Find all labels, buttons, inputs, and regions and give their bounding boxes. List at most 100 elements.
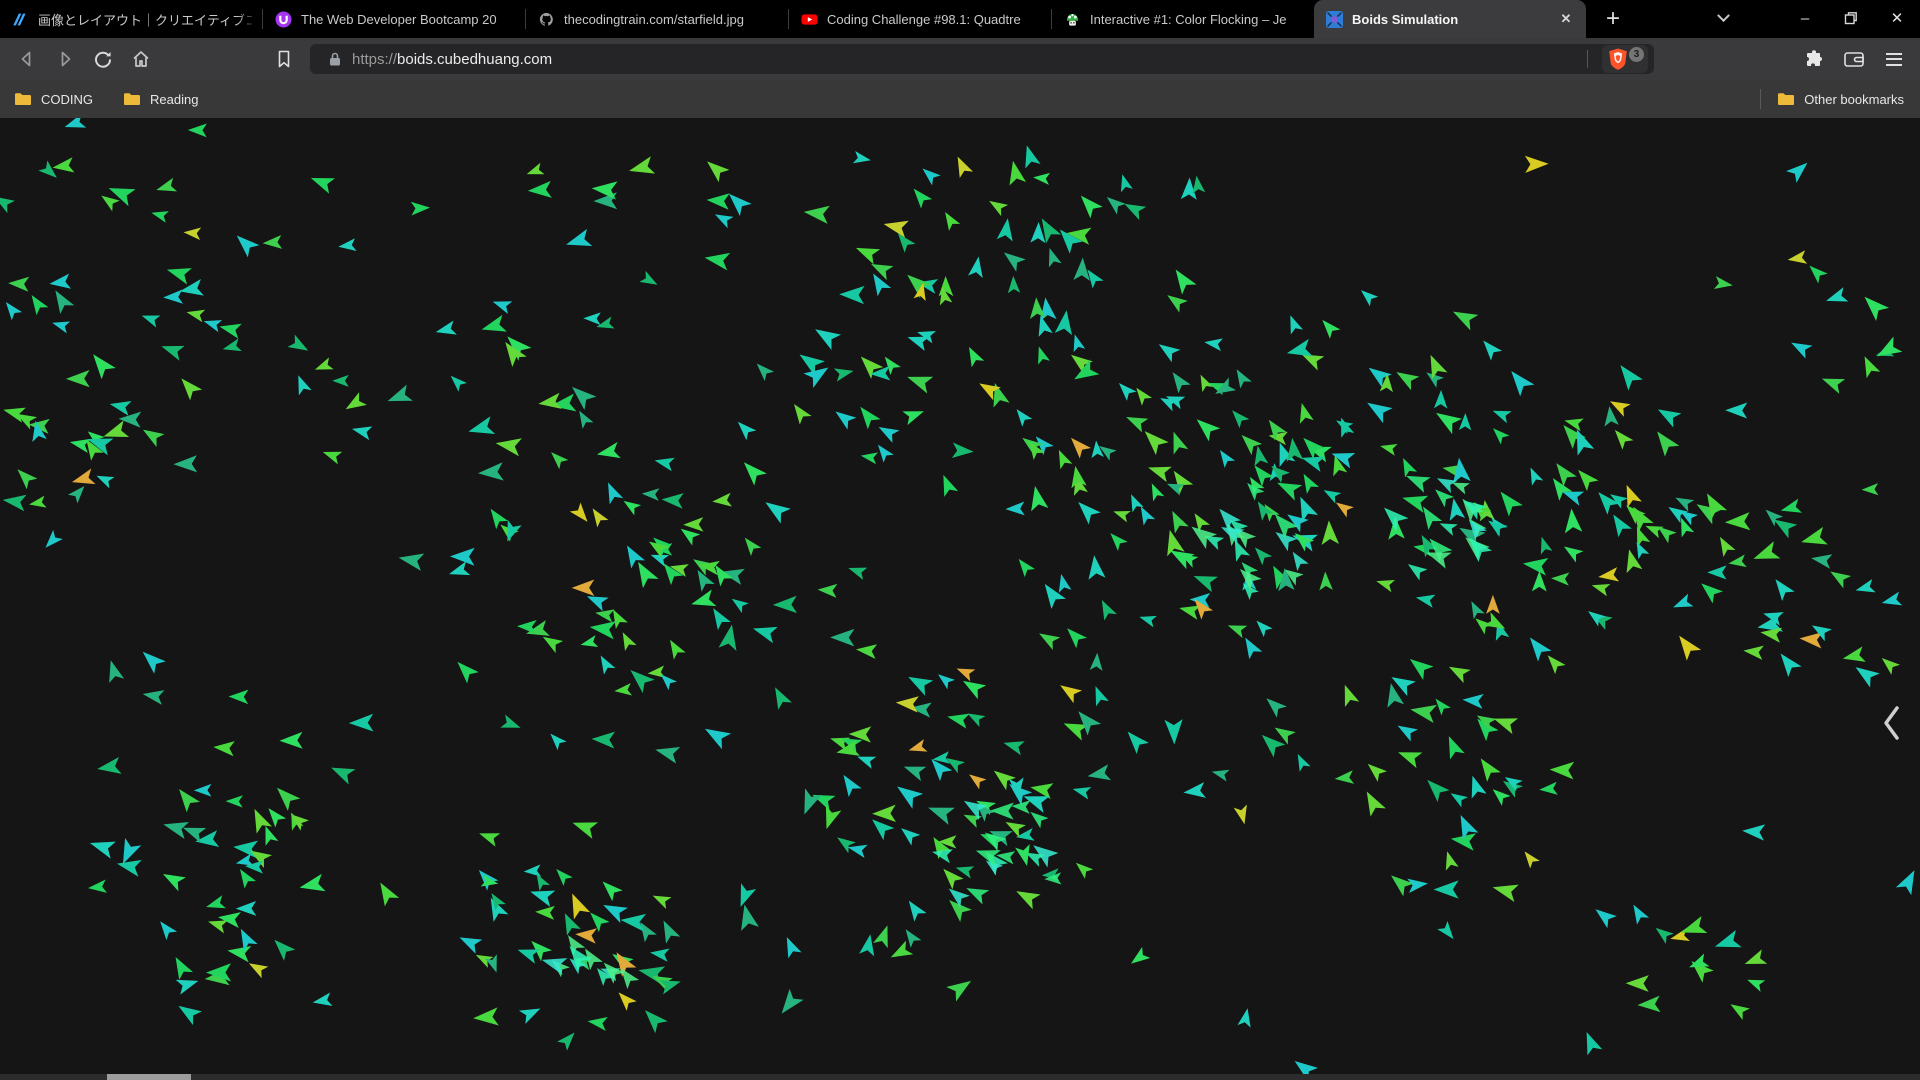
tab-search-button[interactable] <box>1700 0 1746 36</box>
tab-active[interactable]: Boids Simulation ✕ <box>1314 0 1586 38</box>
boid <box>1088 555 1106 580</box>
tab-0[interactable]: 画像とレイアウト｜クリエイティブコーデ <box>0 0 262 38</box>
home-icon <box>133 51 149 67</box>
boid <box>580 635 599 647</box>
boid <box>49 273 72 289</box>
boid <box>142 690 165 705</box>
minimize-button[interactable]: – <box>1782 0 1828 36</box>
boid <box>873 273 892 297</box>
boid <box>897 233 916 253</box>
boid <box>1448 736 1465 760</box>
wallet-button[interactable] <box>1834 42 1874 76</box>
boid <box>248 963 269 979</box>
boid <box>1855 579 1876 593</box>
extensions-button[interactable] <box>1794 42 1834 76</box>
boid <box>1367 402 1393 424</box>
boid <box>203 320 223 333</box>
forward-button[interactable] <box>46 42 84 76</box>
address-bar[interactable]: https://boids.cubedhuang.com 3 <box>310 44 1654 74</box>
boid <box>1403 457 1418 478</box>
tab-title: thecodingtrain.com/starfield.jpg <box>564 11 744 27</box>
tab-2[interactable]: thecodingtrain.com/starfield.jpg <box>526 0 788 38</box>
boid <box>1830 571 1852 589</box>
boid <box>579 410 594 429</box>
reload-button[interactable] <box>84 42 122 76</box>
url-text[interactable]: https://boids.cubedhuang.com <box>352 51 552 68</box>
boid <box>1183 782 1206 798</box>
boid <box>859 934 875 957</box>
menu-button[interactable] <box>1874 42 1914 76</box>
boid <box>279 731 303 749</box>
boid <box>240 928 258 952</box>
boid <box>1148 466 1172 483</box>
boid <box>592 508 609 528</box>
boid <box>1826 287 1849 302</box>
back-button[interactable] <box>8 42 46 76</box>
tab-3[interactable]: Coding Challenge #98.1: Quadtre <box>789 0 1051 38</box>
boid <box>815 329 842 351</box>
boid <box>1058 449 1073 470</box>
boid <box>1200 374 1214 393</box>
boid <box>1106 197 1126 215</box>
bookmark-this-tab-button[interactable] <box>266 42 302 76</box>
boid <box>855 247 881 265</box>
boid <box>1492 789 1511 806</box>
boid <box>175 956 194 980</box>
boid <box>490 508 509 530</box>
boid <box>1334 770 1355 784</box>
close-window-button[interactable]: ✕ <box>1874 0 1920 36</box>
boid <box>1073 334 1086 353</box>
tab-4[interactable]: Interactive #1: Color Flocking – Je <box>1052 0 1314 38</box>
boid <box>1877 336 1903 357</box>
boid <box>1578 469 1599 492</box>
settings-panel-toggle[interactable] <box>1878 702 1904 744</box>
puzzle-icon <box>1807 50 1822 66</box>
chevron-left-icon <box>1884 706 1899 740</box>
boid <box>1236 369 1252 389</box>
boid <box>1811 554 1833 569</box>
tab-1[interactable]: The Web Developer Bootcamp 20 <box>263 0 525 38</box>
brave-shields-button[interactable]: 3 <box>1602 45 1648 73</box>
boid <box>1436 412 1463 435</box>
home-button[interactable] <box>122 42 160 76</box>
boid <box>1821 378 1846 394</box>
boid <box>1471 775 1487 799</box>
boid <box>1380 444 1398 456</box>
maximize-button[interactable] <box>1828 0 1874 36</box>
boid <box>707 161 730 183</box>
boid <box>741 904 759 931</box>
other-bookmarks-button[interactable]: Other bookmarks <box>1777 92 1904 107</box>
tab-title: Interactive #1: Color Flocking – Je <box>1090 11 1287 27</box>
boid <box>97 757 122 774</box>
boids-canvas[interactable] <box>0 118 1920 1080</box>
boid <box>0 196 15 214</box>
boid <box>479 833 501 847</box>
boid <box>518 1008 541 1024</box>
boid <box>781 988 804 1014</box>
boid <box>459 937 483 954</box>
boid <box>951 442 974 459</box>
horizontal-scrollbar[interactable] <box>0 1074 1920 1080</box>
tab-close-icon[interactable]: ✕ <box>1556 9 1576 29</box>
boid <box>1696 504 1722 525</box>
boid <box>1158 344 1181 363</box>
bookmark-folder-coding[interactable]: CODING <box>14 92 93 107</box>
boid <box>583 312 601 325</box>
boid <box>1620 365 1643 391</box>
boid <box>1139 615 1157 628</box>
bookmark-folder-reading[interactable]: Reading <box>123 92 198 107</box>
boid <box>1633 904 1650 925</box>
boid <box>492 301 513 315</box>
boid <box>1861 483 1879 496</box>
boid <box>1254 445 1269 467</box>
scrollbar-thumb[interactable] <box>107 1074 191 1080</box>
boid <box>1410 704 1437 724</box>
boid <box>1775 579 1795 602</box>
hamburger-icon <box>1886 52 1902 66</box>
new-tab-button[interactable]: + <box>1596 2 1630 36</box>
boid <box>314 357 334 370</box>
boid <box>1480 758 1501 782</box>
boid <box>1753 541 1781 559</box>
boid <box>163 821 189 839</box>
boid <box>477 462 504 481</box>
